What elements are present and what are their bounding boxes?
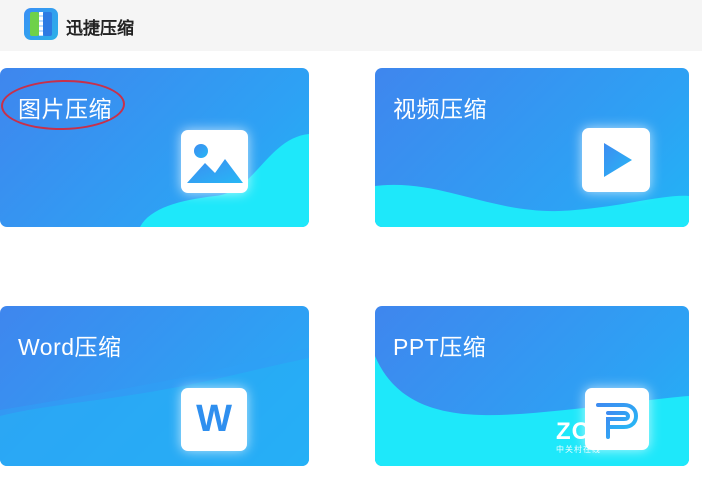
- card-label: PPT压缩: [393, 334, 487, 360]
- watermark-logo: ZOL: [556, 418, 607, 445]
- word-icon-letter: W: [196, 398, 232, 440]
- video-compress-card[interactable]: 视频压缩: [375, 68, 689, 227]
- play-icon: [582, 128, 650, 192]
- image-icon: [181, 130, 248, 193]
- app-header: 迅捷压缩: [0, 0, 702, 51]
- word-doc-icon: W: [181, 388, 247, 451]
- card-label: 视频压缩: [393, 96, 487, 122]
- card-label: Word压缩: [18, 334, 122, 360]
- word-compress-card[interactable]: Word压缩 W: [0, 306, 309, 466]
- watermark-subtitle: 中关村在线: [556, 445, 601, 454]
- ppt-compress-card[interactable]: PPT压缩: [375, 306, 689, 466]
- zipper-archive-icon: [24, 8, 58, 40]
- zol-watermark: ZOL 中关村在线: [556, 420, 607, 455]
- app-title: 迅捷压缩: [66, 19, 134, 38]
